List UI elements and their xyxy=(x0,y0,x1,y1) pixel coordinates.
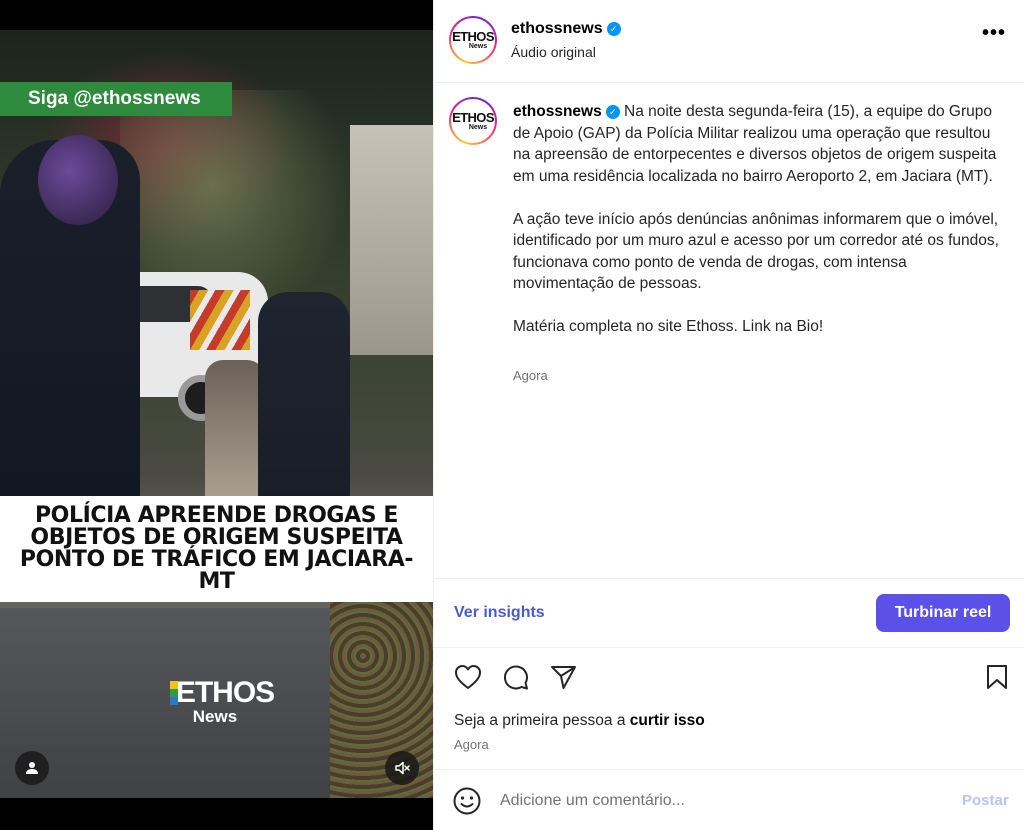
caption-avatar[interactable]: ETHOS News xyxy=(449,97,497,145)
more-options-button[interactable]: ••• xyxy=(982,23,1008,50)
boost-reel-button[interactable]: Turbinar reel xyxy=(876,594,1010,632)
caption-paragraph-2: A ação teve início após denúncias anônim… xyxy=(513,210,999,293)
ethos-watermark-logo: ETHOS News xyxy=(170,678,280,726)
caption-username[interactable]: ethossnews xyxy=(513,103,602,120)
police-car-stripe xyxy=(190,290,250,350)
header-avatar[interactable]: ETHOS News xyxy=(449,16,497,64)
follow-banner: Siga @ethossnews xyxy=(0,82,232,116)
header-username[interactable]: ethossnews xyxy=(511,20,603,37)
person-icon xyxy=(26,762,38,774)
verified-badge-icon: ✓ xyxy=(606,22,621,36)
caption-verified-badge-icon: ✓ xyxy=(605,105,620,119)
caption-avatar-logo: ETHOS News xyxy=(451,99,495,143)
video-headline: POLÍCIA APREENDE DROGAS E OBJETOS DE ORI… xyxy=(0,496,433,602)
post-panel: ETHOS News ethossnews ✓ Áudio original ••… xyxy=(433,0,1024,830)
header-divider xyxy=(434,82,1024,83)
caption-avatar-text-bottom: News xyxy=(468,124,488,131)
post-timestamp: Agora xyxy=(454,737,489,752)
likes-prefix: Seja a primeira pessoa a xyxy=(454,712,630,729)
likes-summary: Seja a primeira pessoa a curtir isso xyxy=(454,712,705,730)
scene-officer xyxy=(258,292,350,512)
post-comment-button[interactable]: Postar xyxy=(962,792,1009,809)
ethos-logo-bars xyxy=(170,681,178,705)
caption-avatar-text-top: ETHOS xyxy=(452,110,494,125)
caption-paragraph-3: Matéria completa no site Ethoss. Link na… xyxy=(513,318,824,335)
comment-bubble-icon xyxy=(504,665,528,690)
save-button[interactable] xyxy=(982,662,1012,692)
comment-composer: Postar xyxy=(434,770,1024,830)
ethos-watermark-big: ETHOS xyxy=(175,676,275,709)
comment-input[interactable] xyxy=(500,788,940,814)
emoji-button[interactable] xyxy=(452,786,482,816)
view-insights-link[interactable]: Ver insights xyxy=(454,604,545,622)
more-dots-icon: ••• xyxy=(982,22,1007,44)
bookmark-icon xyxy=(987,665,1007,689)
scene-wall xyxy=(350,125,433,355)
share-button[interactable] xyxy=(549,662,579,692)
comment-button[interactable] xyxy=(501,662,531,692)
audio-label[interactable]: Áudio original xyxy=(511,44,596,60)
avatar-text-bottom: News xyxy=(468,43,488,50)
reel-media[interactable]: Siga @ethossnews POLÍCIA APREENDE DROGAS… xyxy=(0,0,433,830)
avatar-text-top: ETHOS xyxy=(452,29,494,44)
emoji-smile-icon xyxy=(453,787,481,815)
ethos-watermark-small: News xyxy=(192,707,238,726)
heart-icon xyxy=(455,665,481,689)
like-this-link[interactable]: curtir isso xyxy=(630,712,705,729)
tagged-users-button[interactable] xyxy=(15,751,49,785)
caption-timestamp: Agora xyxy=(513,368,548,383)
actions-divider xyxy=(434,647,1024,648)
header-username-row[interactable]: ethossnews ✓ xyxy=(511,20,621,38)
like-button[interactable] xyxy=(453,662,483,692)
caption-paragraph-1: ethossnews ✓ Na noite desta segunda-feira… xyxy=(513,101,1003,187)
send-paper-plane-icon xyxy=(551,666,576,689)
speaker-muted-icon xyxy=(395,761,410,775)
scene-officer-head xyxy=(38,135,118,225)
mute-button[interactable] xyxy=(385,751,419,785)
video-headline-text: POLÍCIA APREENDE DROGAS E OBJETOS DE ORI… xyxy=(19,503,414,594)
insights-divider xyxy=(434,578,1024,579)
post-caption: ethossnews ✓ Na noite desta segunda-feira… xyxy=(513,101,1003,359)
header-avatar-logo: ETHOS News xyxy=(451,18,495,62)
